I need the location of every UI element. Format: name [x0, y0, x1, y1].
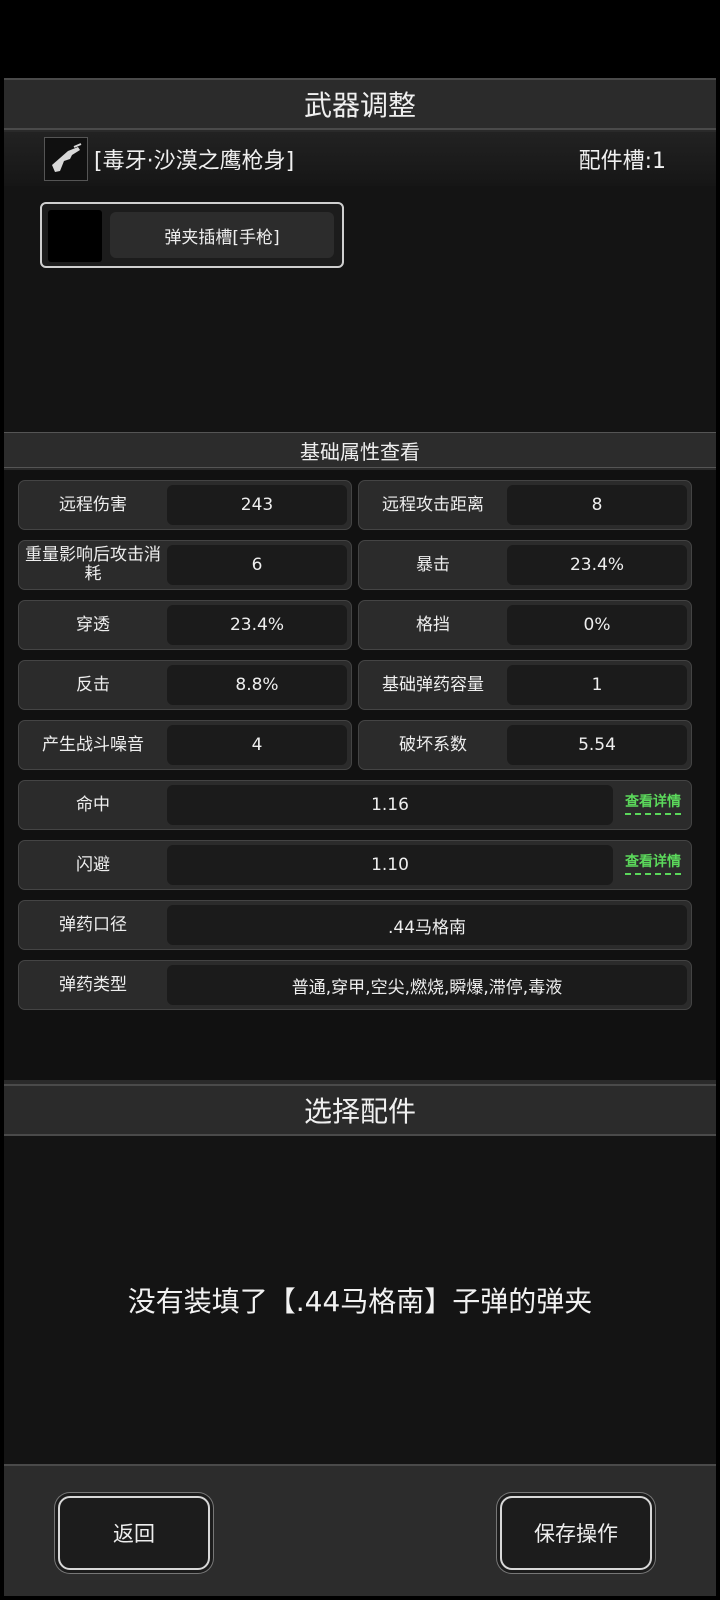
attr-label: 破坏系数	[399, 734, 467, 755]
magazine-slot[interactable]: 弹夹插槽[手枪]	[40, 202, 344, 268]
attributes-title: 基础属性查看	[4, 432, 716, 468]
attributes-panel: 远程伤害 243 远程攻击距离 8 重量影响后攻击消耗 6 暴击 23.4% 穿…	[4, 470, 716, 1080]
dodge-detail-link[interactable]: 查看详情	[625, 851, 681, 875]
attr-value: 243	[167, 485, 347, 525]
attr-weight-cost: 重量影响后攻击消耗 6	[18, 540, 352, 590]
attr-penetrate: 穿透 23.4%	[18, 600, 352, 650]
attr-value: 1	[507, 665, 687, 705]
attr-ranged-damage: 远程伤害 243	[18, 480, 352, 530]
attr-label: 暴击	[416, 554, 450, 575]
attr-label: 闪避	[76, 854, 110, 875]
attr-caliber: 弹药口径 .44马格南	[18, 900, 692, 950]
attr-value: 8.8%	[167, 665, 347, 705]
attr-crit: 暴击 23.4%	[358, 540, 692, 590]
select-accessory-title: 选择配件	[4, 1084, 716, 1136]
attr-label: 反击	[76, 674, 110, 695]
weapon-name: [毒牙·沙漠之鹰枪身]	[94, 149, 295, 174]
attr-ammo-type: 弹药类型 普通,穿甲,空尖,燃烧,瞬爆,滞停,毒液	[18, 960, 692, 1010]
attr-destroy: 破坏系数 5.54	[358, 720, 692, 770]
pistol-icon	[44, 137, 88, 181]
attr-ranged-distance: 远程攻击距离 8	[358, 480, 692, 530]
attr-label: 远程伤害	[59, 494, 127, 515]
attr-value: 8	[507, 485, 687, 525]
attr-value: 23.4%	[167, 605, 347, 645]
attr-label: 格挡	[416, 614, 450, 635]
attr-block: 格挡 0%	[358, 600, 692, 650]
slot-area: 弹夹插槽[手枪]	[4, 186, 716, 432]
weapon-header: [毒牙·沙漠之鹰枪身] 配件槽:1	[4, 132, 716, 187]
attr-noise: 产生战斗噪音 4	[18, 720, 352, 770]
attr-value: 6	[167, 545, 347, 585]
attr-dodge: 闪避 1.10 查看详情	[18, 840, 692, 890]
attr-value: 1.16	[167, 785, 613, 825]
attr-value: 4	[167, 725, 347, 765]
attr-label: 弹药类型	[59, 974, 127, 995]
attr-label: 命中	[76, 794, 110, 815]
empty-message: 没有装填了【.44马格南】子弹的弹夹	[127, 1285, 593, 1318]
footer-bar: 返回 保存操作	[4, 1464, 716, 1596]
attr-value: 23.4%	[507, 545, 687, 585]
attr-label: 产生战斗噪音	[42, 734, 144, 755]
accessory-list: 没有装填了【.44马格南】子弹的弹夹	[4, 1136, 716, 1464]
attr-value: 1.10	[167, 845, 613, 885]
attr-counter: 反击 8.8%	[18, 660, 352, 710]
attr-value: .44马格南	[167, 905, 687, 945]
page-title: 武器调整	[4, 78, 716, 130]
attr-label: 基础弹药容量	[382, 674, 484, 695]
attr-value: 普通,穿甲,空尖,燃烧,瞬爆,滞停,毒液	[167, 965, 687, 1005]
magazine-slot-label: 弹夹插槽[手枪]	[110, 212, 334, 258]
attr-value: 5.54	[507, 725, 687, 765]
attr-value: 0%	[507, 605, 687, 645]
slot-thumbnail	[48, 210, 102, 262]
back-button[interactable]: 返回	[58, 1496, 210, 1570]
attr-base-ammo: 基础弹药容量 1	[358, 660, 692, 710]
attr-label: 重量影响后攻击消耗	[25, 545, 161, 584]
attr-label: 弹药口径	[59, 914, 127, 935]
attr-label: 远程攻击距离	[382, 494, 484, 515]
hit-detail-link[interactable]: 查看详情	[625, 791, 681, 815]
slot-count: 配件槽:1	[578, 149, 666, 174]
attr-hit: 命中 1.16 查看详情	[18, 780, 692, 830]
attr-label: 穿透	[76, 614, 110, 635]
save-button[interactable]: 保存操作	[500, 1496, 652, 1570]
